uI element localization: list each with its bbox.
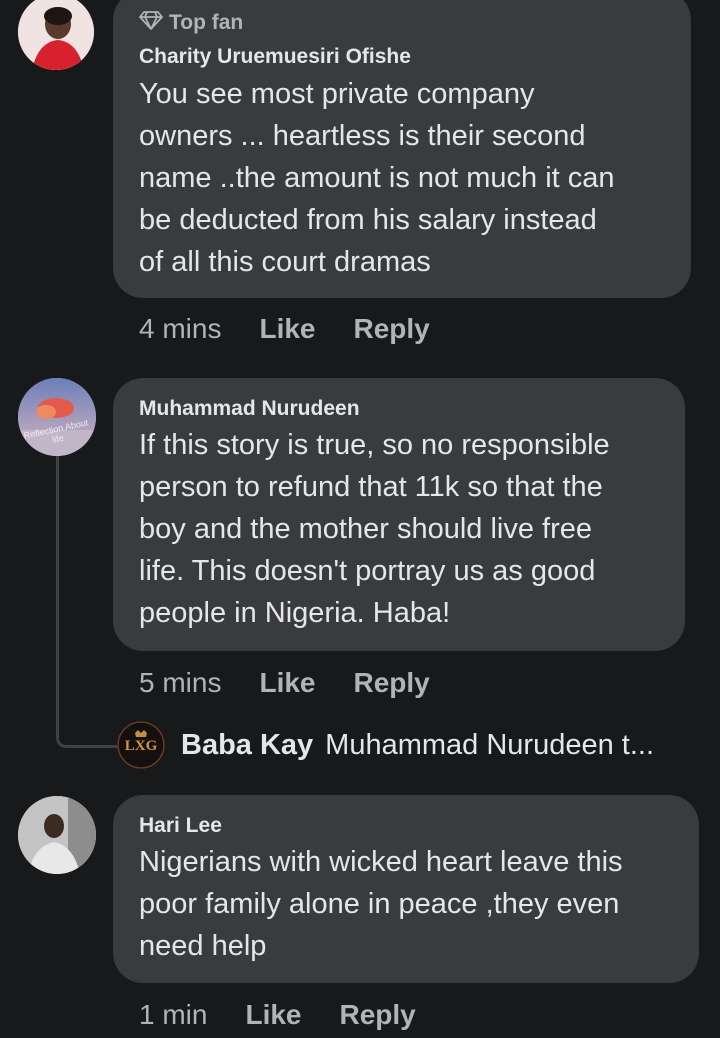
comment-text: If this story is true, so no responsible…	[139, 429, 610, 629]
comment-actions: 4 mins Like Reply	[139, 313, 430, 345]
reply-button[interactable]: Reply	[340, 999, 416, 1031]
comment-text: Nigerians with wicked heart leave this p…	[139, 846, 623, 962]
comment-time: 1 min	[139, 999, 208, 1030]
comment-author[interactable]: Hari Lee	[139, 814, 222, 838]
comment-time: 4 mins	[139, 313, 222, 344]
reply-preview[interactable]: Baba Kay Muhammad Nurudeen t...	[181, 729, 654, 762]
like-button[interactable]: Like	[259, 313, 315, 345]
reply-avatar-logo: LXG	[124, 738, 158, 754]
comment-text: You see most private company owners ... …	[139, 78, 615, 278]
reply-button[interactable]: Reply	[354, 667, 430, 699]
comment-author[interactable]: Muhammad Nurudeen	[139, 397, 360, 421]
avatar[interactable]	[18, 796, 96, 874]
reply-author[interactable]: Baba Kay	[181, 729, 313, 762]
comment-author[interactable]: Charity Uruemuesiri Ofishe	[139, 45, 411, 69]
top-fan-badge: Top fan	[139, 10, 243, 36]
comment-actions: 1 min Like Reply	[139, 999, 416, 1031]
like-button[interactable]: Like	[245, 999, 301, 1031]
reply-snippet: Muhammad Nurudeen t...	[325, 729, 654, 761]
comment-actions: 5 mins Like Reply	[139, 667, 430, 699]
diamond-icon	[139, 10, 163, 36]
avatar[interactable]	[18, 0, 94, 70]
thread-line	[56, 455, 121, 748]
comment-time: 5 mins	[139, 667, 222, 698]
reply-button[interactable]: Reply	[354, 313, 430, 345]
like-button[interactable]: Like	[259, 667, 315, 699]
